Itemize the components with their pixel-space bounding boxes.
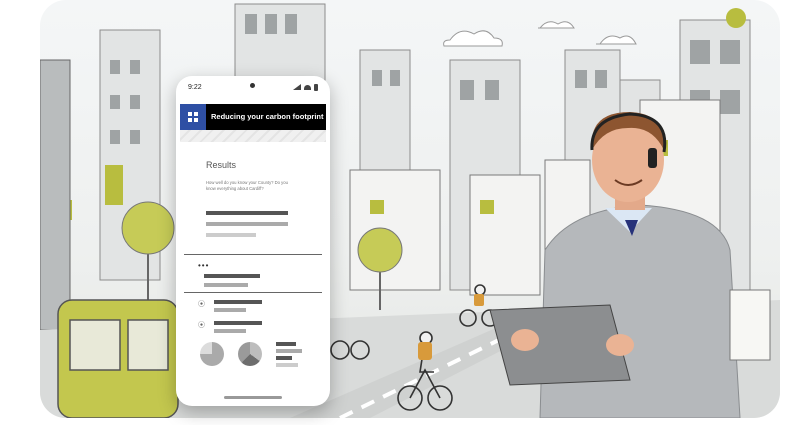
hero-illustration: 9:22 Reducing your carbon footprint Resu… xyxy=(0,0,800,425)
camera-icon xyxy=(250,83,255,88)
status-icons xyxy=(293,83,318,91)
mini-bar xyxy=(276,349,302,353)
more-dots-icon[interactable]: ••• xyxy=(198,261,209,270)
city-scene xyxy=(40,0,780,418)
divider xyxy=(184,292,322,293)
pie-chart-icon xyxy=(238,342,262,366)
location-pin-icon: ⦿ xyxy=(198,301,205,308)
skeleton-line xyxy=(214,329,246,333)
results-question: How well do you know your County? Do you… xyxy=(206,180,288,191)
street-sign xyxy=(729,289,771,361)
pie-chart-icon xyxy=(200,342,224,366)
app-header: Reducing your carbon footprint xyxy=(180,104,326,130)
phone-mockup: 9:22 Reducing your carbon footprint Resu… xyxy=(176,76,330,406)
skeleton-line xyxy=(206,211,288,215)
map-strip xyxy=(180,130,326,142)
battery-icon xyxy=(314,83,318,91)
tram xyxy=(57,299,179,418)
skeleton-line xyxy=(206,222,288,226)
status-time: 9:22 xyxy=(188,83,202,91)
mini-bar xyxy=(276,363,298,367)
signal-icon xyxy=(293,84,301,90)
skeleton-line xyxy=(214,308,246,312)
divider xyxy=(184,254,322,255)
city-illustration xyxy=(40,3,780,418)
location-pin-icon: ⦿ xyxy=(198,322,205,329)
skeleton-line xyxy=(204,274,260,278)
results-heading: Results xyxy=(206,160,237,170)
app-title: Reducing your carbon footprint xyxy=(211,111,324,121)
skeleton-line xyxy=(204,283,248,287)
clouds xyxy=(443,21,637,47)
skeleton-line xyxy=(214,300,262,304)
mini-bar xyxy=(276,356,292,360)
left-building xyxy=(40,59,71,331)
wifi-icon xyxy=(304,84,311,90)
skeleton-line xyxy=(206,233,256,237)
mini-bar xyxy=(276,342,296,346)
grid-icon[interactable] xyxy=(180,104,206,130)
skeleton-line xyxy=(214,321,262,325)
home-indicator[interactable] xyxy=(224,396,282,399)
results-panel: Results How well do you know your County… xyxy=(176,160,330,191)
